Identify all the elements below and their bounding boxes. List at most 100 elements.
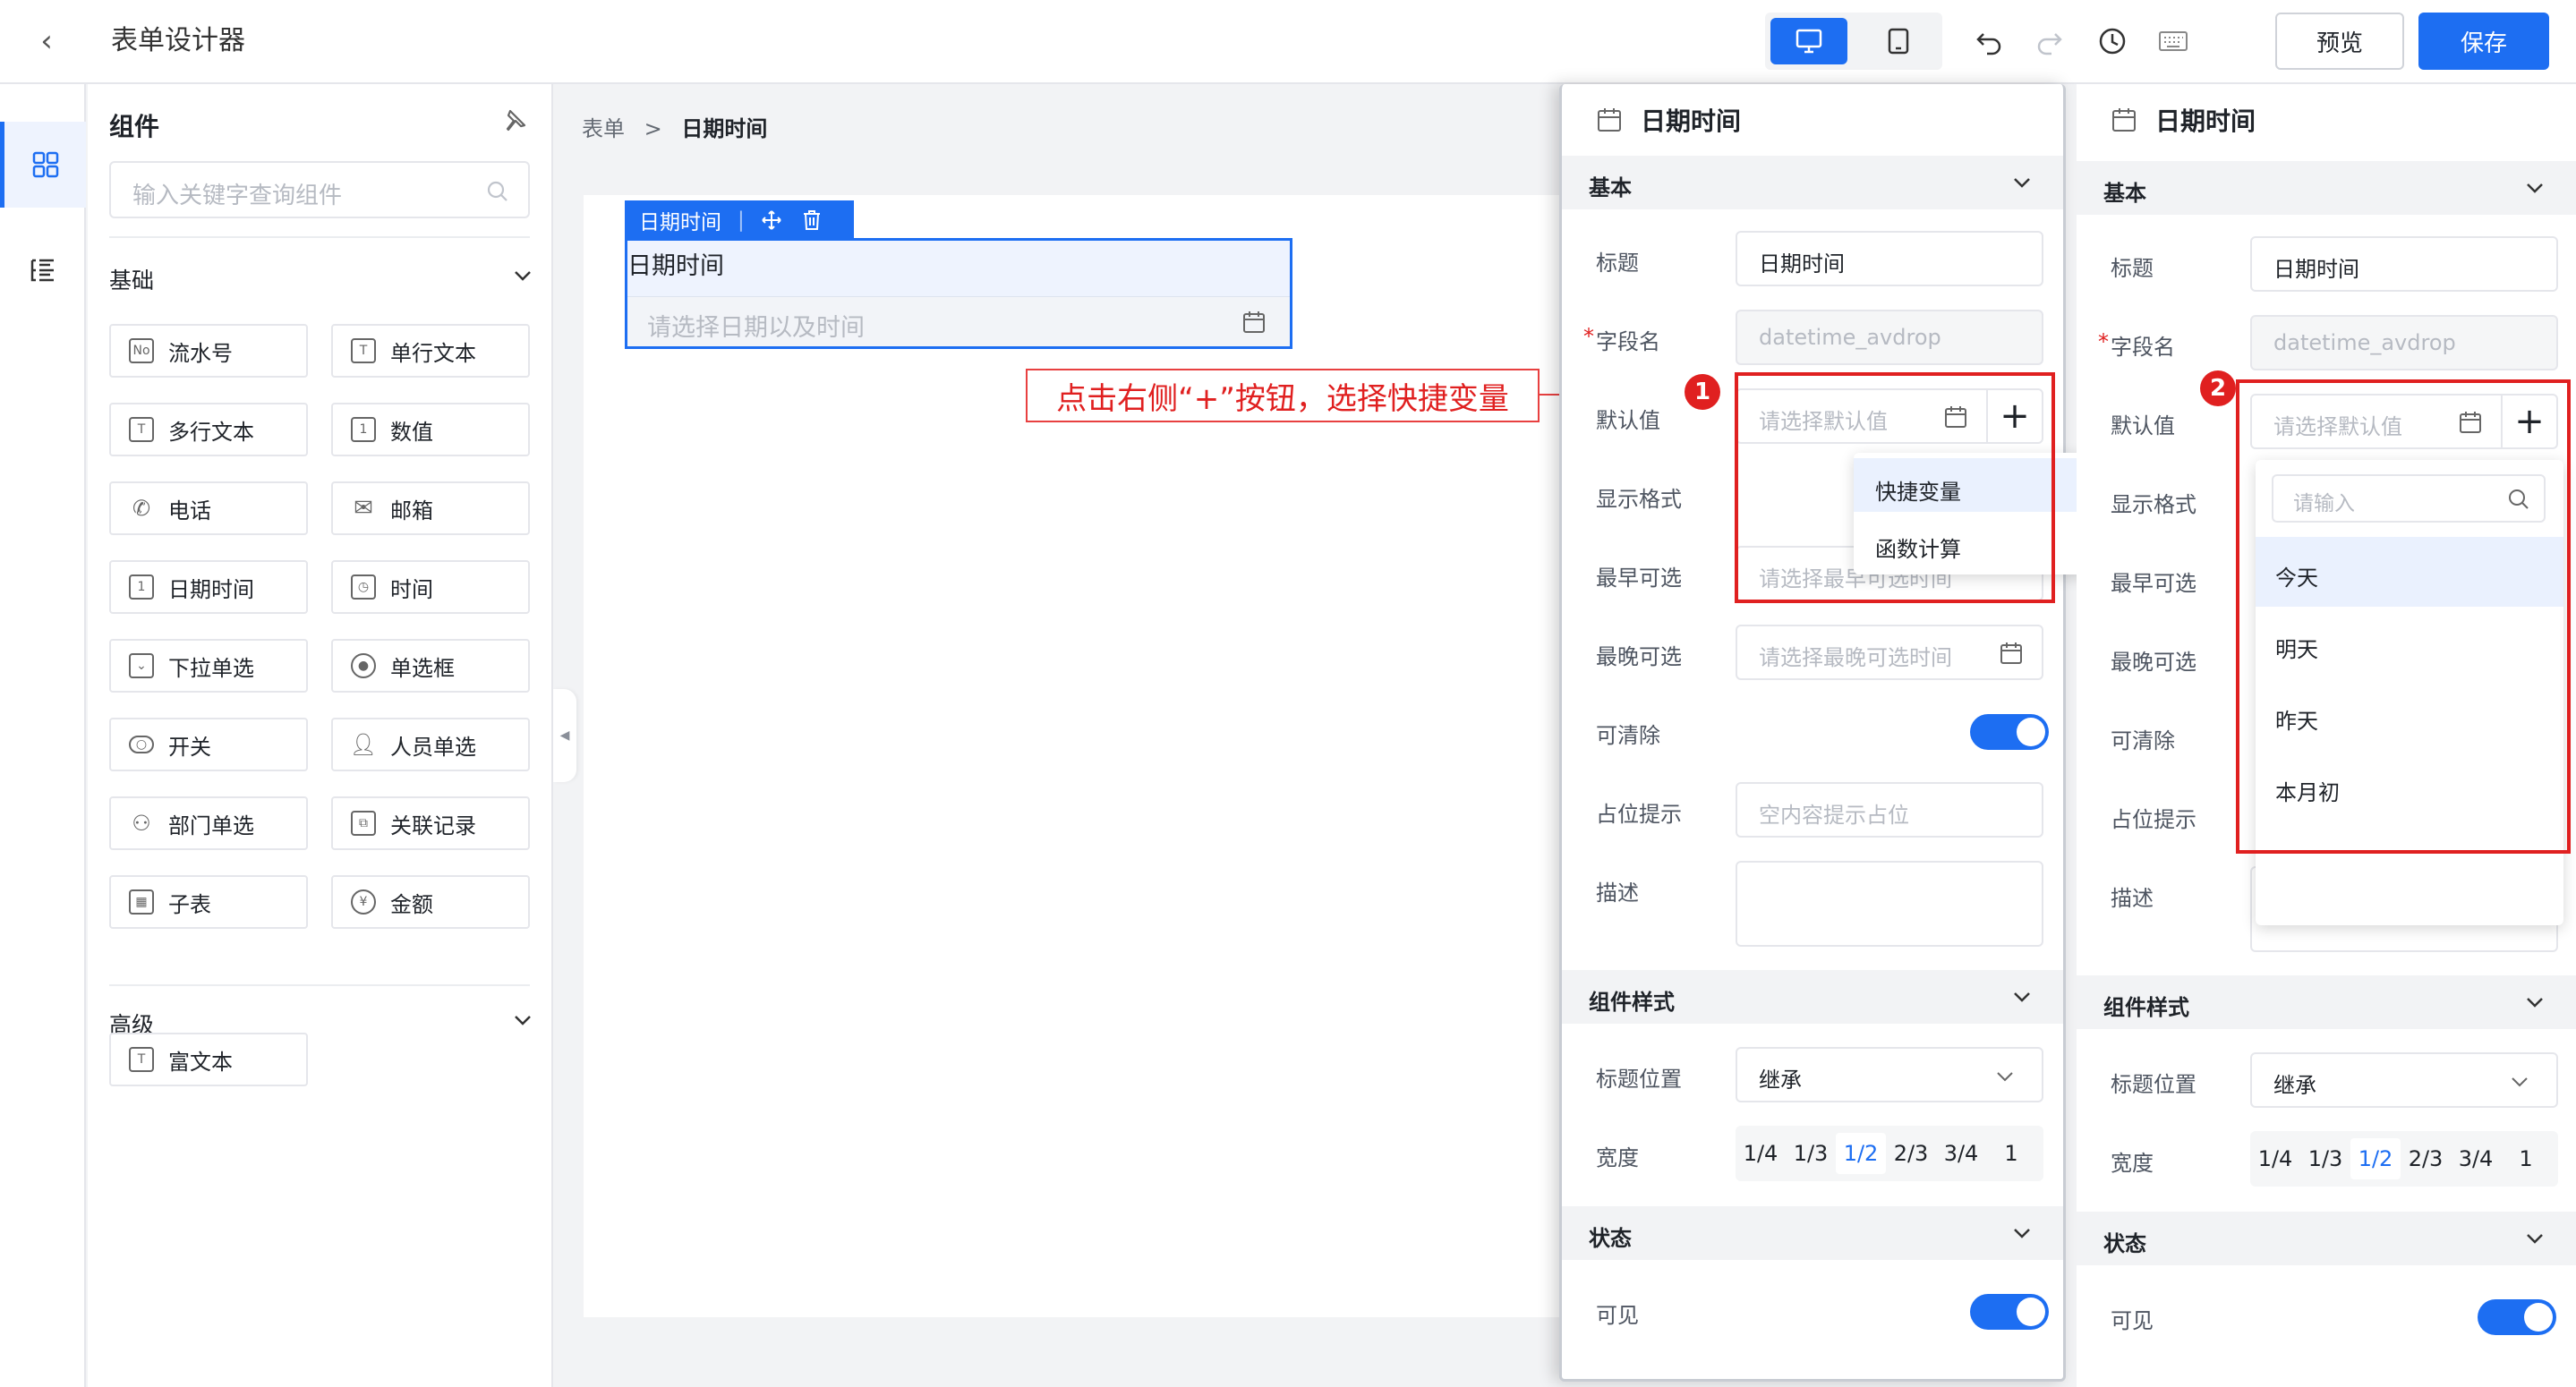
group-style[interactable]: 组件样式	[1562, 970, 2063, 1024]
keyboard-icon[interactable]	[2155, 23, 2191, 59]
label-earliest: 最早可选	[2111, 571, 2196, 596]
width-option[interactable]: 3/4	[2451, 1146, 2501, 1171]
component-datetime[interactable]: 1 日期时间	[109, 560, 308, 614]
component-label: 电话	[168, 498, 211, 523]
title-input[interactable]: 日期时间	[2250, 236, 2558, 292]
component-email[interactable]: ✉ 邮箱	[331, 481, 530, 535]
component-linked-record[interactable]: ⧉ 关联记录	[331, 796, 530, 850]
rail-outline-tab[interactable]	[0, 227, 86, 313]
table-icon: ▦	[129, 889, 154, 915]
rail-components-tab[interactable]	[0, 122, 86, 208]
width-segmented[interactable]: 1/4 1/3 1/2 2/3 3/4 1	[1736, 1126, 2043, 1181]
width-option[interactable]: 2/3	[1886, 1141, 1936, 1166]
width-option[interactable]: 3/4	[1936, 1141, 1986, 1166]
required-mark: *	[1583, 324, 1594, 349]
field-name-input: datetime_avdrop	[2250, 315, 2558, 370]
monitor-icon	[1796, 29, 1822, 54]
latest-input[interactable]: 请选择最晚可选时间	[1736, 625, 2043, 680]
pin-icon[interactable]	[499, 107, 532, 140]
datetime-input[interactable]: 请选择日期以及时间	[627, 296, 1290, 346]
title-position-select[interactable]: 继承	[2250, 1052, 2558, 1108]
radio-icon: ●	[351, 653, 376, 678]
width-option[interactable]: 1/4	[1736, 1141, 1786, 1166]
component-user-select[interactable]: 👤︎ 人员单选	[331, 718, 530, 771]
component-time[interactable]: ◷ 时间	[331, 560, 530, 614]
property-panel-title: 日期时间	[2155, 106, 2256, 136]
label-visible: 可见	[2111, 1308, 2154, 1333]
label-field-name: * 字段名	[2098, 329, 2175, 361]
text-icon: T	[351, 338, 376, 363]
label-format: 显示格式	[1596, 487, 1682, 512]
component-phone[interactable]: ✆ 电话	[109, 481, 308, 535]
link-record-icon: ⧉	[351, 811, 376, 836]
width-option[interactable]: 1	[1986, 1141, 2036, 1166]
component-single-line-text[interactable]: T 单行文本	[331, 324, 530, 378]
label-latest: 最晚可选	[1596, 644, 1682, 669]
component-label: 数值	[390, 419, 433, 445]
group-basic[interactable]: 基本	[2077, 161, 2576, 215]
component-subtable[interactable]: ▦ 子表	[109, 875, 308, 929]
chevron-down-icon[interactable]	[510, 1008, 535, 1033]
clearable-toggle[interactable]	[1970, 714, 2049, 750]
title-position-select[interactable]: 继承	[1736, 1047, 2043, 1102]
group-style[interactable]: 组件样式	[2077, 975, 2576, 1029]
placeholder-hint: 空内容提示占位	[1759, 803, 1909, 828]
component-number[interactable]: 1 数值	[331, 403, 530, 456]
undo-icon[interactable]	[1971, 23, 2007, 59]
preview-button[interactable]: 预览	[2275, 13, 2404, 70]
placeholder-input[interactable]: 空内容提示占位	[1736, 782, 2043, 838]
component-department-select[interactable]: ⚇ 部门单选	[109, 796, 308, 850]
chevron-down-icon	[2512, 1077, 2528, 1087]
component-serial-number[interactable]: No 流水号	[109, 324, 308, 378]
component-radio[interactable]: ● 单选框	[331, 639, 530, 693]
back-arrow-icon[interactable]: ‹	[27, 21, 66, 61]
visible-toggle[interactable]	[2478, 1299, 2556, 1335]
chevron-down-icon	[2014, 992, 2030, 1002]
redo-icon[interactable]	[2032, 23, 2068, 59]
rich-text-icon: T	[129, 1047, 154, 1072]
visible-toggle[interactable]	[1970, 1294, 2049, 1330]
group-state[interactable]: 状态	[1562, 1206, 2063, 1260]
delete-icon[interactable]	[802, 209, 822, 231]
width-option-selected[interactable]: 1/2	[2350, 1138, 2401, 1179]
device-switcher	[1765, 13, 1942, 70]
component-search-input[interactable]: 输入关键字查询组件	[109, 161, 530, 218]
width-option[interactable]: 1/3	[2300, 1146, 2350, 1171]
top-bar: ‹ 表单设计器 预览 保存	[0, 0, 2576, 84]
component-rich-text[interactable]: T 富文本	[109, 1033, 308, 1086]
desktop-view-button[interactable]	[1770, 18, 1847, 64]
label-default: 默认值	[2111, 413, 2175, 438]
tablet-view-button[interactable]	[1860, 18, 1937, 64]
width-option[interactable]: 2/3	[2401, 1146, 2451, 1171]
description-textarea[interactable]	[1736, 861, 2043, 947]
breadcrumb-root[interactable]: 表单	[582, 116, 625, 141]
width-segmented[interactable]: 1/4 1/3 1/2 2/3 3/4 1	[2250, 1131, 2558, 1187]
breadcrumb-current: 日期时间	[681, 116, 768, 141]
group-title: 组件样式	[1589, 990, 1675, 1015]
switch-icon: ○	[129, 736, 154, 753]
search-icon	[487, 181, 508, 201]
collapse-panel-handle[interactable]: ◀	[553, 689, 576, 782]
width-option[interactable]: 1	[2501, 1146, 2551, 1171]
width-option[interactable]: 1/3	[1786, 1141, 1836, 1166]
calendar-icon	[1243, 311, 1265, 333]
group-basic[interactable]: 基本	[1562, 156, 2063, 209]
move-icon[interactable]	[761, 209, 782, 231]
group-state[interactable]: 状态	[2077, 1212, 2576, 1265]
property-panel-title: 日期时间	[1641, 106, 1742, 136]
save-button[interactable]: 保存	[2418, 13, 2549, 70]
component-label: 单行文本	[390, 340, 476, 366]
chevron-down-icon	[2014, 1229, 2030, 1238]
history-clock-icon[interactable]	[2094, 23, 2130, 59]
width-option[interactable]: 1/4	[2250, 1146, 2300, 1171]
title-position-value: 继承	[1759, 1068, 1802, 1093]
component-dropdown[interactable]: ⌄ 下拉单选	[109, 639, 308, 693]
title-input[interactable]: 日期时间	[1736, 231, 2043, 286]
chevron-down-icon[interactable]	[510, 263, 535, 288]
datetime-field-preview[interactable]: 日期时间 请选择日期以及时间	[625, 238, 1292, 349]
component-multi-line-text[interactable]: T 多行文本	[109, 403, 308, 456]
field-name-value: datetime_avdrop	[1759, 325, 1941, 350]
width-option-selected[interactable]: 1/2	[1836, 1133, 1886, 1174]
component-amount[interactable]: ¥ 金额	[331, 875, 530, 929]
component-switch[interactable]: ○ 开关	[109, 718, 308, 771]
